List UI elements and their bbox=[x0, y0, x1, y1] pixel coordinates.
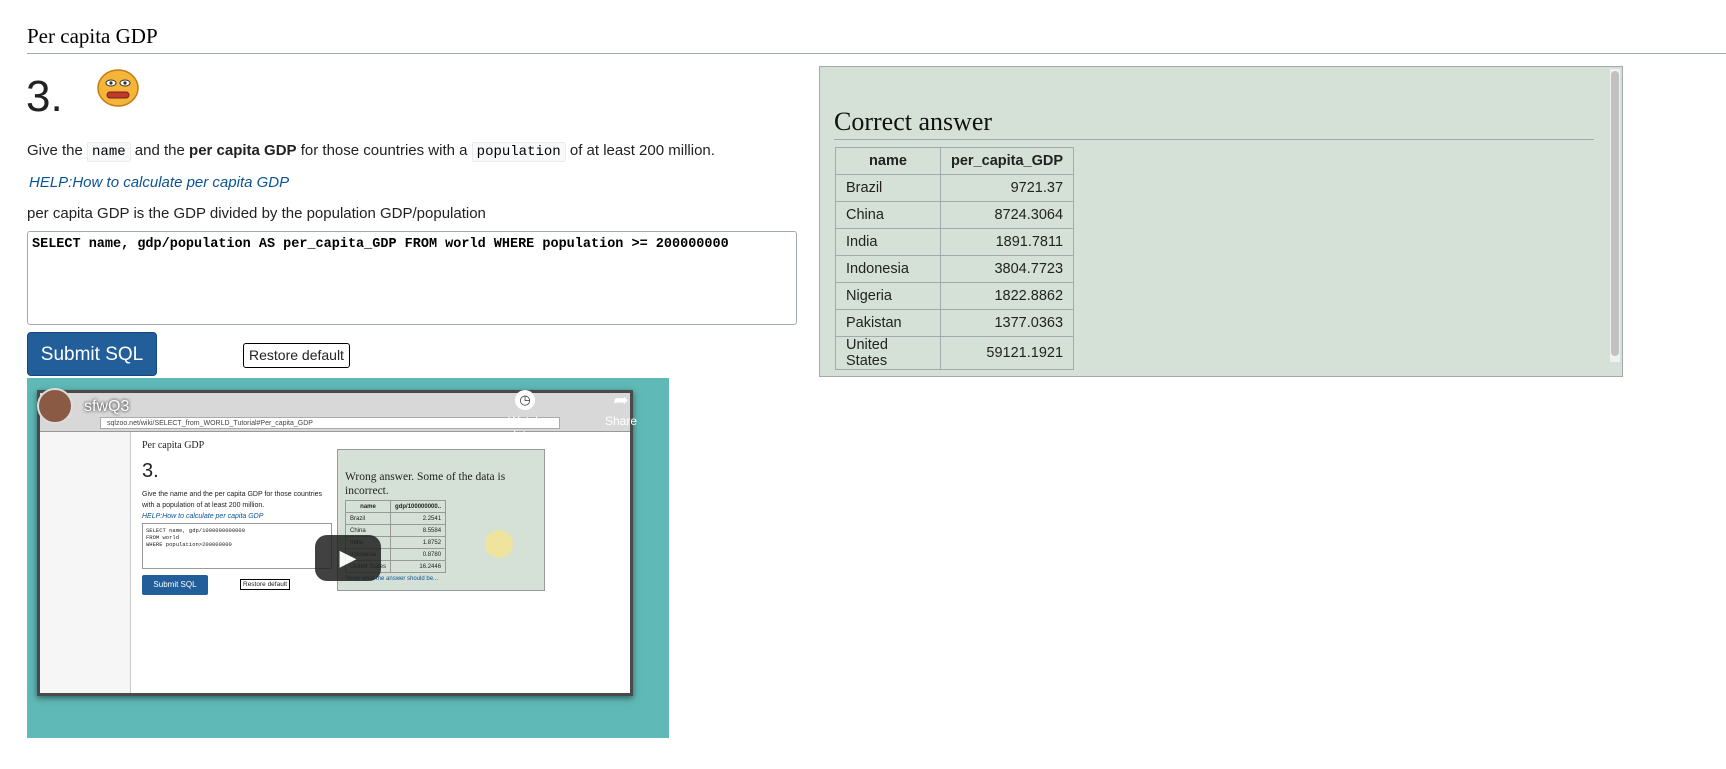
channel-avatar[interactable] bbox=[37, 388, 73, 424]
play-icon[interactable]: ▶ bbox=[315, 535, 381, 581]
code-name: name bbox=[87, 142, 131, 162]
sql-editor[interactable]: SELECT name, gdp/population AS per_capit… bbox=[27, 231, 797, 325]
video-inner-result-title: Wrong answer. Some of the data is incorr… bbox=[345, 471, 506, 497]
table-header-row: name gdp/100000000.. bbox=[344, 500, 447, 513]
watch-later-button[interactable]: ◷ Watch later bbox=[497, 390, 553, 442]
clock-icon: ◷ bbox=[515, 390, 535, 410]
cell-value: 1377.0363 bbox=[939, 309, 1075, 337]
answer-table: name per_capita_GDP Brazil 9721.37 China 8… bbox=[835, 147, 1075, 370]
submit-sql-button[interactable]: Submit SQL bbox=[27, 332, 157, 376]
table-row: Indonesia 3804.7723 bbox=[835, 255, 1075, 283]
table-row: China 8724.3064 bbox=[835, 201, 1075, 229]
cell-value: 2.2541 bbox=[390, 512, 447, 525]
video-url-bar: sqlzoo.net/wiki/SELECT_from_WORLD_Tutori… bbox=[100, 417, 560, 429]
question-number: 3. bbox=[26, 72, 63, 121]
column-header: name bbox=[835, 147, 941, 175]
table-row: Brazil 9721.37 bbox=[835, 174, 1075, 202]
smiley-face-icon bbox=[97, 69, 139, 107]
video-inner-help: HELP:How to calculate per capita GDP bbox=[142, 513, 264, 520]
question-text-part: and the bbox=[130, 142, 190, 159]
cell-value: 3804.7723 bbox=[939, 255, 1075, 283]
cell-value: 1822.8862 bbox=[939, 282, 1075, 310]
table-row: United States 59121.1921 bbox=[835, 336, 1075, 370]
column-header: gdp/100000000.. bbox=[390, 500, 447, 513]
cell-value: 59121.1921 bbox=[939, 336, 1075, 370]
video-player[interactable]: sqlzoo.net/wiki/SELECT_from_WORLD_Tutori… bbox=[27, 378, 669, 738]
table-row: Brazil 2.2541 bbox=[344, 512, 447, 525]
cell-value: 8.5584 bbox=[390, 524, 447, 537]
help-link[interactable]: HELP:How to calculate per capita GDP bbox=[29, 174, 289, 191]
cell-value: 1.8752 bbox=[390, 536, 447, 549]
column-header: name bbox=[344, 500, 392, 513]
table-row: India 1891.7811 bbox=[835, 228, 1075, 256]
answer-panel: Correct answer name per_capita_GDP Brazi… bbox=[819, 66, 1623, 377]
cell-name: Brazil bbox=[344, 512, 392, 525]
heading-divider bbox=[27, 53, 1726, 54]
table-row: Pakistan 1377.0363 bbox=[835, 309, 1075, 337]
answer-scrollbar-thumb[interactable] bbox=[1611, 71, 1619, 356]
watch-later-label: Watch later bbox=[508, 414, 542, 442]
cell-name: Nigeria bbox=[835, 282, 941, 310]
answer-title: Correct answer bbox=[834, 107, 993, 136]
question-text-part: for those countries with a bbox=[296, 142, 472, 159]
video-inner-number: 3. bbox=[142, 460, 159, 482]
answer-divider bbox=[834, 139, 1594, 140]
share-label: Share bbox=[604, 414, 638, 428]
column-header: per_capita_GDP bbox=[939, 147, 1075, 175]
cell-name: India bbox=[835, 228, 941, 256]
video-inner-question: Give the name and the per capita GDP for… bbox=[142, 491, 323, 509]
table-row: Nigeria 1822.8862 bbox=[835, 282, 1075, 310]
cell-value: 9721.37 bbox=[939, 174, 1075, 202]
cell-value: 16.2446 bbox=[390, 560, 447, 573]
question-text: Give the name and the per capita GDP for… bbox=[27, 142, 715, 162]
video-inner-restore: Restore default bbox=[240, 579, 291, 590]
section-heading: Per capita GDP bbox=[27, 24, 158, 48]
cell-value: 0.8780 bbox=[390, 548, 447, 561]
video-title[interactable]: sfwQ3 bbox=[84, 398, 129, 416]
cell-name: United States bbox=[835, 336, 941, 370]
share-icon: ➦ bbox=[613, 390, 629, 410]
table-header-row: name per_capita_GDP bbox=[835, 147, 1075, 175]
cell-value: 1891.7811 bbox=[939, 228, 1075, 256]
cell-name: Pakistan bbox=[835, 309, 941, 337]
bold-per-capita-gdp: per capita GDP bbox=[189, 142, 297, 159]
code-population: population bbox=[471, 142, 566, 162]
video-sidebar bbox=[40, 432, 131, 693]
video-inner-submit: Submit SQL bbox=[142, 575, 208, 595]
explanation-text: per capita GDP is the GDP divided by the… bbox=[27, 205, 486, 222]
share-button[interactable]: ➦ Share bbox=[599, 390, 643, 428]
cell-name: Brazil bbox=[835, 174, 941, 202]
restore-default-button[interactable]: Restore default bbox=[243, 343, 350, 368]
cell-name: Indonesia bbox=[835, 255, 941, 283]
video-inner-heading: Per capita GDP bbox=[142, 440, 205, 451]
question-text-part: Give the bbox=[27, 142, 88, 159]
cell-value: 8724.3064 bbox=[939, 201, 1075, 229]
cursor-highlight bbox=[485, 530, 513, 558]
cell-name: China bbox=[835, 201, 941, 229]
question-text-part: of at least 200 million. bbox=[565, 142, 715, 159]
video-inner-sql: SELECT name, gdp/1000000000000 FROM worl… bbox=[142, 523, 332, 569]
